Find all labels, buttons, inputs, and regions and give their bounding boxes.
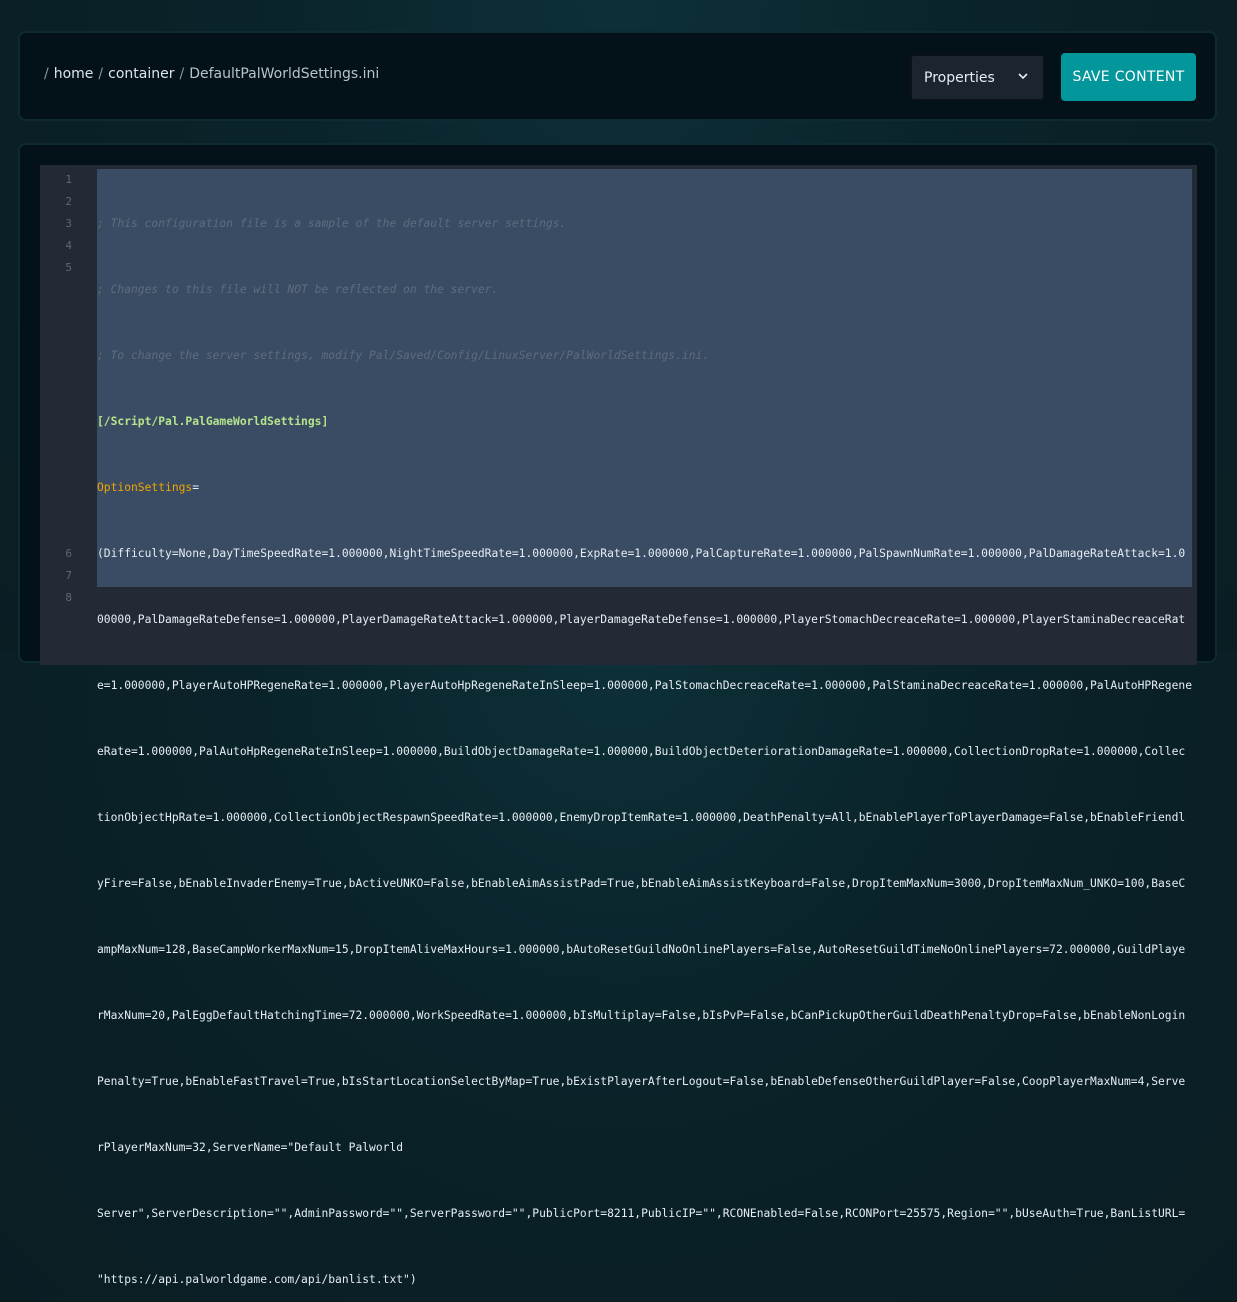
line-number: 2 <box>65 195 72 208</box>
line-number: 3 <box>65 217 72 230</box>
breadcrumb: / home / container / DefaultPalWorldSett… <box>44 66 379 82</box>
breadcrumb-home[interactable]: home <box>54 66 94 82</box>
breadcrumb-separator: / <box>179 66 185 82</box>
code-line: ampMaxNum=128,BaseCampWorkerMaxNum=15,Dr… <box>97 943 1186 956</box>
code-line: Server",ServerDescription="",AdminPasswo… <box>97 1207 1186 1220</box>
ini-key: OptionSettings <box>97 481 193 494</box>
code-line: ; This configuration file is a sample of… <box>97 217 567 230</box>
code-line: 00000,PalDamageRateDefense=1.000000,Play… <box>97 613 1186 626</box>
code-line: ; Changes to this file will NOT be refle… <box>97 283 499 296</box>
code-line: "https://api.palworldgame.com/api/banlis… <box>97 1273 417 1286</box>
chevron-down-icon <box>1017 70 1029 85</box>
breadcrumb-container[interactable]: container <box>108 66 174 82</box>
breadcrumb-file: DefaultPalWorldSettings.ini <box>189 66 380 82</box>
code-line: yFire=False,bEnableInvaderEnemy=True,bAc… <box>97 877 1186 890</box>
language-select[interactable]: Properties <box>910 54 1045 101</box>
code-line: rMaxNum=20,PalEggDefaultHatchingTime=72.… <box>97 1009 1186 1022</box>
line-number: 6 <box>65 547 72 560</box>
code-line: Penalty=True,bEnableFastTravel=True,bIsS… <box>97 1075 1186 1088</box>
code-line: eRate=1.000000,PalAutoHpRegeneRateInSlee… <box>97 745 1186 758</box>
code-line: e=1.000000,PlayerAutoHPRegeneRate=1.0000… <box>97 679 1192 692</box>
code-editor[interactable]: 1 2 3 4 5 6 7 8 ; This configuration fil… <box>40 165 1197 1286</box>
line-number: 7 <box>65 569 72 582</box>
breadcrumb-root: / <box>44 66 49 82</box>
line-number: 8 <box>65 591 72 604</box>
code-line: [/Script/Pal.PalGameWorldSettings] <box>97 415 329 428</box>
code-line: tionObjectHpRate=1.000000,CollectionObje… <box>97 811 1186 824</box>
header-bar: / home / container / DefaultPalWorldSett… <box>18 31 1217 121</box>
code-line: OptionSettings= <box>97 477 1192 499</box>
ini-equals: = <box>192 481 200 494</box>
code-line: (Difficulty=None,DayTimeSpeedRate=1.0000… <box>97 547 1186 560</box>
code-line: rPlayerMaxNum=32,ServerName="Default Pal… <box>97 1141 404 1154</box>
save-content-button[interactable]: SAVE CONTENT <box>1061 53 1196 101</box>
line-number: 4 <box>65 239 72 252</box>
line-number: 5 <box>65 261 72 274</box>
language-select-value: Properties <box>924 69 995 86</box>
breadcrumb-separator: / <box>98 66 104 82</box>
code-line: ; To change the server settings, modify … <box>97 349 710 362</box>
line-number: 1 <box>65 173 72 186</box>
editor-panel: 1 2 3 4 5 6 7 8 ; This configuration fil… <box>18 143 1217 1286</box>
code-content[interactable]: ; This configuration file is a sample of… <box>97 169 1192 1302</box>
